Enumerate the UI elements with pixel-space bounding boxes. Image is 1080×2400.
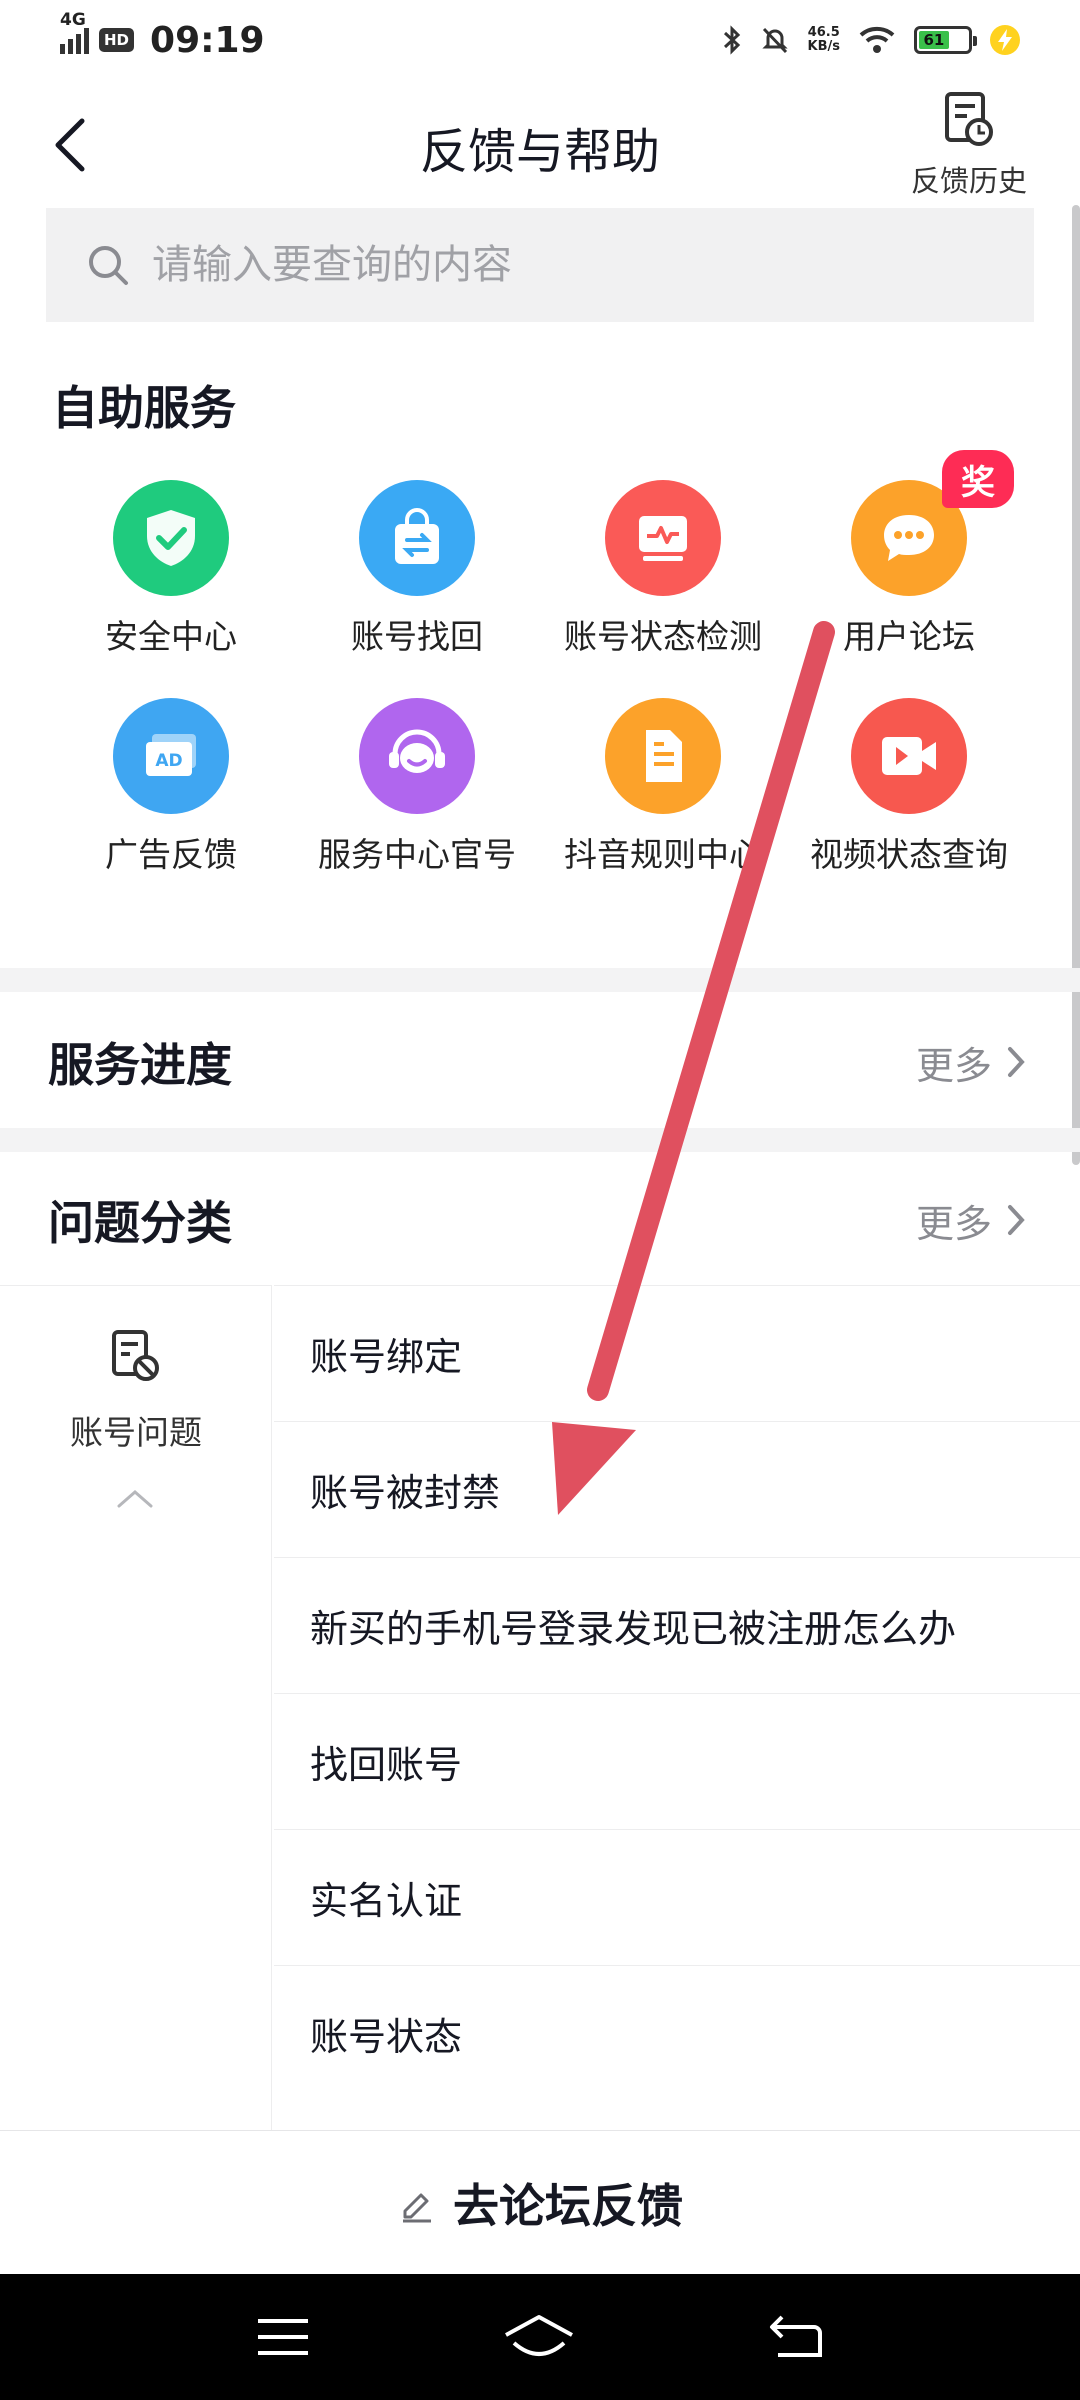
category-tab-account-problem[interactable]: 账号问题 <box>0 1285 272 2130</box>
menu-icon[interactable] <box>256 2317 310 2357</box>
feedback-history-button[interactable]: 反馈历史 <box>904 90 1034 200</box>
network-speed: 46.5 KB/s <box>807 25 840 54</box>
shopping-bag-swap-icon <box>395 508 439 564</box>
list-item[interactable]: 账号绑定 <box>274 1285 1080 1421</box>
svg-text:AD: AD <box>155 751 182 771</box>
self-service-ad-feedback[interactable]: AD 广告反馈 <box>48 698 294 876</box>
self-service-account-recovery[interactable]: 账号找回 <box>294 480 540 658</box>
self-service-douyin-rules-center[interactable]: 抖音规则中心 <box>540 698 786 876</box>
reward-badge: 奖 <box>942 450 1014 508</box>
wifi-icon <box>859 26 895 53</box>
self-service-account-status-check[interactable]: 账号状态检测 <box>540 480 786 658</box>
search-icon <box>89 246 128 285</box>
problem-category-more-link[interactable]: 更多 <box>916 1193 1026 1248</box>
ad-card-icon: AD <box>146 734 196 776</box>
bluetooth-icon <box>723 25 740 55</box>
problem-category-title: 问题分类 <box>48 1196 232 1250</box>
service-progress-row[interactable]: 服务进度 更多 <box>0 996 1072 1128</box>
pencil-icon <box>403 2193 431 2222</box>
service-progress-more-link[interactable]: 更多 <box>916 1035 1026 1090</box>
category-question-list: 账号绑定 账号被封禁 新买的手机号登录发现已被注册怎么办 找回账号 实名认证 账… <box>274 1285 1080 2101</box>
hd-icon: HD <box>99 28 135 52</box>
charging-bolt-icon <box>990 25 1020 55</box>
self-service-user-forum[interactable]: 奖 用户论坛 <box>786 450 1032 658</box>
self-service-title: 自助服务 <box>52 381 236 435</box>
service-progress-title: 服务进度 <box>48 1038 232 1092</box>
list-item[interactable]: 账号被封禁 <box>274 1421 1080 1557</box>
list-item[interactable]: 实名认证 <box>274 1829 1080 1965</box>
section-divider <box>0 968 1080 992</box>
clock: 09:19 <box>150 19 265 61</box>
self-service-video-status-query[interactable]: 视频状态查询 <box>786 698 1032 876</box>
scrollbar[interactable] <box>1072 205 1080 1165</box>
system-nav-bar <box>0 2274 1080 2400</box>
chevron-right-icon <box>1008 1205 1025 1235</box>
account-ban-document-icon <box>112 1330 159 1381</box>
chevron-right-icon <box>1008 1047 1025 1077</box>
problem-category-row[interactable]: 问题分类 更多 <box>0 1154 1072 1286</box>
self-service-official-service-account[interactable]: 服务中心官号 <box>294 698 540 876</box>
forum-feedback-button[interactable]: 去论坛反馈 <box>0 2130 1080 2274</box>
mute-bell-icon <box>761 27 788 54</box>
headset-smile-icon <box>389 729 445 773</box>
shield-check-icon <box>147 510 195 566</box>
status-bar: 4G HD 09:19 46.5 KB/s 61 <box>0 0 1080 80</box>
chevron-up-icon[interactable] <box>115 1486 155 1510</box>
self-service-security-center[interactable]: 安全中心 <box>48 480 294 658</box>
document-clock-icon <box>945 92 993 146</box>
search-bar[interactable] <box>46 208 1034 322</box>
back-nav-icon[interactable] <box>768 2315 824 2359</box>
header: 反馈与帮助 反馈历史 <box>0 90 1080 200</box>
video-icon <box>882 737 936 775</box>
monitor-pulse-icon <box>639 516 687 561</box>
self-service-grid: 安全中心 账号找回 账号状态检测 奖 用户论坛 AD 广告反馈 服务中心官号 抖… <box>48 450 1032 876</box>
list-item[interactable]: 找回账号 <box>274 1693 1080 1829</box>
list-item[interactable]: 账号状态 <box>274 1965 1080 2101</box>
home-icon[interactable] <box>502 2313 576 2361</box>
search-input[interactable] <box>152 242 972 288</box>
battery-icon: 61 <box>914 26 977 54</box>
cell-signal-icon: 4G <box>60 10 89 54</box>
chat-bubble-icon <box>884 515 934 561</box>
document-icon <box>646 730 682 782</box>
list-item[interactable]: 新买的手机号登录发现已被注册怎么办 <box>274 1557 1080 1693</box>
section-divider <box>0 1128 1080 1152</box>
